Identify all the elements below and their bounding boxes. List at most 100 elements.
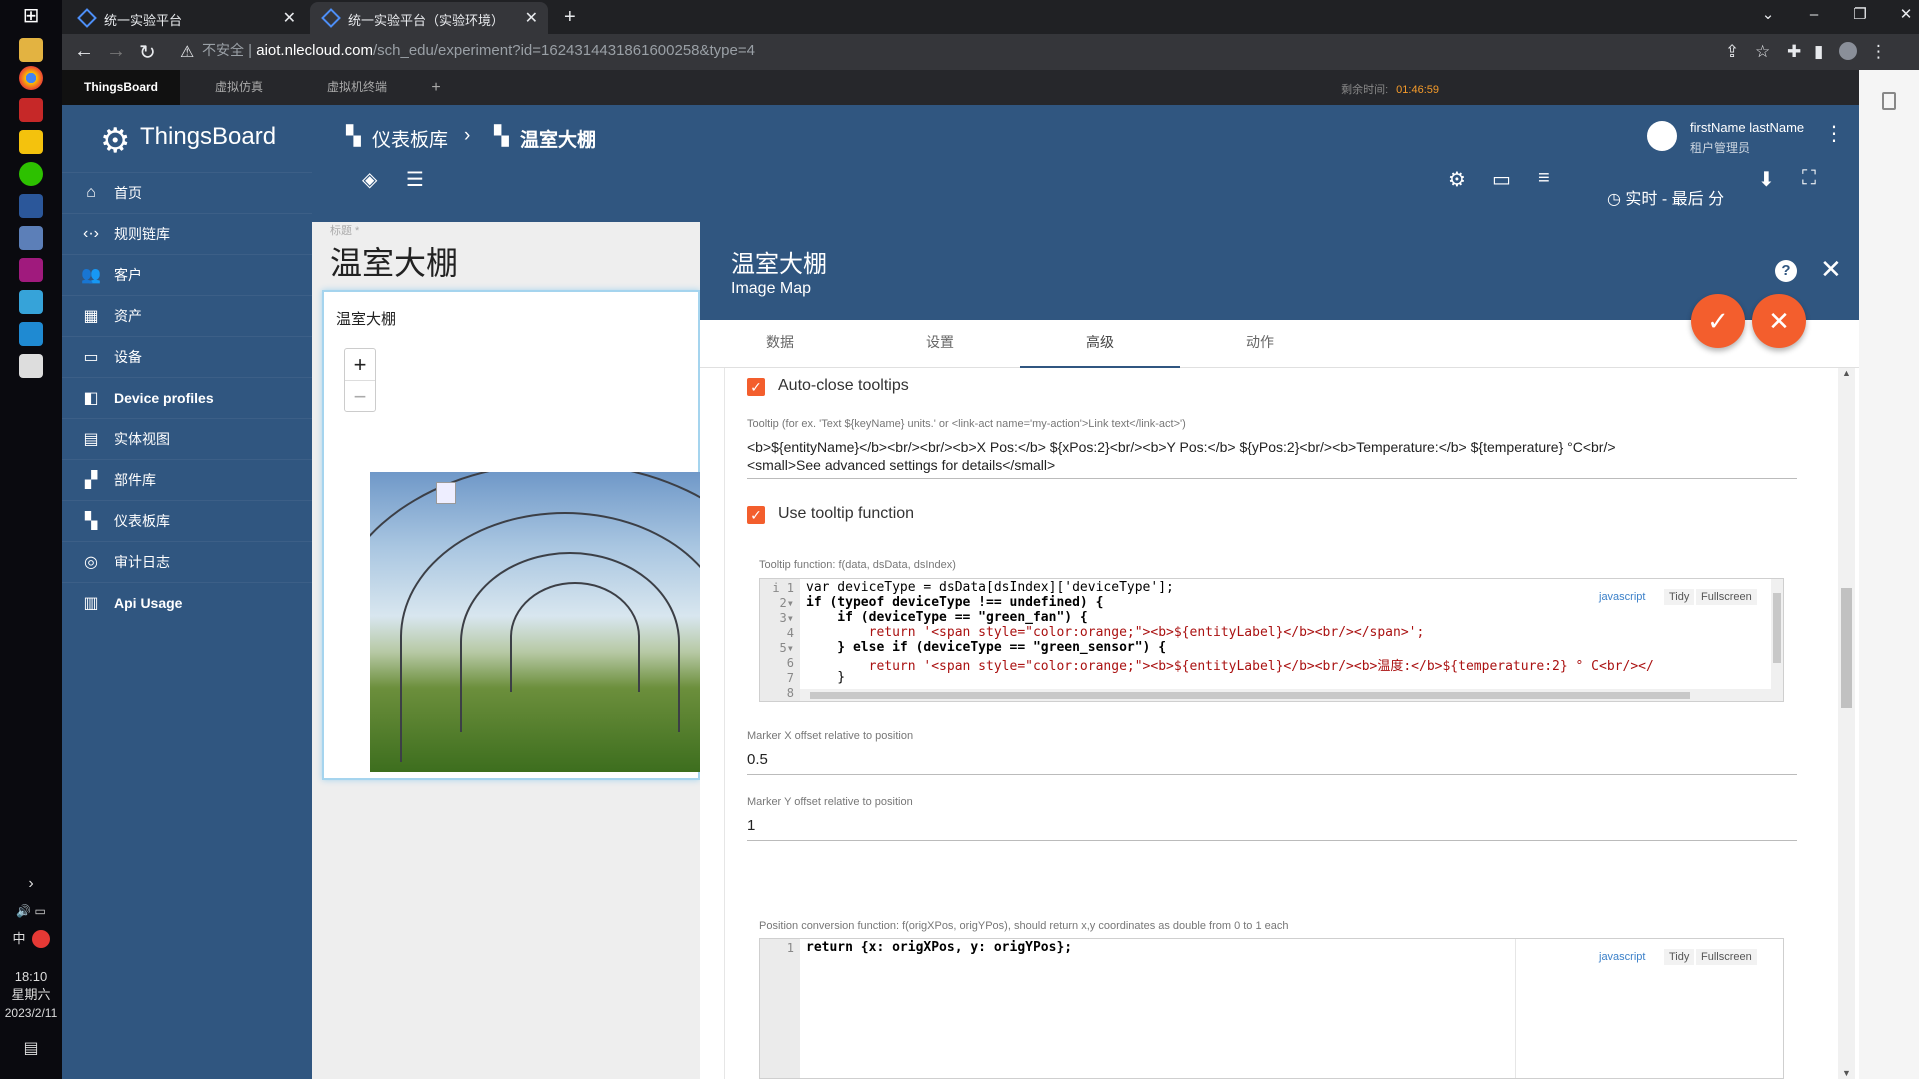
address-bar[interactable]: 不安全 | aiot.nlecloud.com/sch_edu/experime…	[202, 40, 755, 60]
clock-day[interactable]: 星期六	[0, 986, 62, 1004]
tooltip-function-label: Tooltip function: f(data, dsData, dsInde…	[759, 559, 956, 571]
position-function-editor[interactable]: 1 return {x: origXPos, y: origYPos}; jav…	[759, 938, 1784, 1079]
layouts-icon[interactable]: ☰	[406, 167, 424, 192]
new-tab-button[interactable]: +	[554, 2, 588, 34]
marker-x-input[interactable]: 0.5	[747, 750, 768, 769]
clock-time[interactable]: 18:10	[0, 968, 62, 986]
filter-icon[interactable]: ≡	[1538, 167, 1550, 190]
reload-icon[interactable]: ↻	[139, 40, 156, 65]
entity-aliases-icon[interactable]: ▭	[1492, 167, 1511, 192]
sidebar-item-customers[interactable]: 👥 客户	[62, 254, 312, 295]
more-menu-icon[interactable]: ⋮	[1870, 42, 1887, 62]
volume-icon[interactable]: 🔊 ▭	[0, 902, 62, 920]
wechat-icon[interactable]	[19, 162, 43, 186]
marker-y-input[interactable]: 1	[747, 816, 755, 835]
browser-tab-active[interactable]: 统一实验平台（实验环境） ✕	[310, 2, 548, 34]
tidy-button[interactable]: Tidy	[1664, 589, 1695, 605]
zoom-out-button[interactable]: −	[345, 380, 375, 411]
document-icon[interactable]	[1882, 92, 1896, 110]
side-panel-icon[interactable]: ▮	[1814, 42, 1823, 62]
editor-horizontal-scrollbar[interactable]	[800, 689, 1783, 701]
chrome-icon[interactable]	[19, 66, 43, 90]
line-number: 4	[786, 626, 794, 640]
devices-icon: ▭	[83, 349, 99, 366]
platform-tab-thingsboard[interactable]: ThingsBoard	[62, 70, 180, 105]
use-tooltip-function-checkbox[interactable]: ✓	[747, 506, 765, 524]
tab-data[interactable]: 数据	[700, 320, 860, 368]
minimize-button[interactable]: –	[1791, 0, 1837, 30]
sidebar-item-assets[interactable]: ▦ 资产	[62, 295, 312, 336]
close-tab-icon[interactable]: ✕	[283, 8, 296, 28]
sidebar-item-dashboards[interactable]: ▚ 仪表板库	[62, 500, 312, 541]
platform-tab-simulation[interactable]: 虚拟仿真	[180, 70, 298, 105]
add-platform-tab-button[interactable]: +	[416, 70, 456, 105]
extensions-icon[interactable]: ✚	[1787, 42, 1801, 62]
tab-advanced[interactable]: 高级	[1020, 320, 1180, 368]
sidebar-item-entity-views[interactable]: ▤ 实体视图	[62, 418, 312, 459]
profile-avatar-icon[interactable]	[1839, 42, 1857, 60]
close-tab-icon[interactable]: ✕	[525, 8, 538, 28]
code-line: } else if (deviceType == "green_sensor")…	[806, 640, 1167, 655]
file-explorer-icon[interactable]	[19, 38, 43, 62]
sidebar-item-devices[interactable]: ▭ 设备	[62, 336, 312, 377]
tooltip-field[interactable]: <b>${entityName}</b><br/><br/><b>X Pos:<…	[747, 438, 1797, 476]
tray-expand-icon[interactable]: ›	[0, 875, 62, 893]
browser-tab[interactable]: 统一实验平台 ✕	[66, 2, 306, 34]
restore-button[interactable]: ❐	[1837, 0, 1883, 30]
settings-gear-icon[interactable]: ⚙	[1448, 167, 1466, 192]
auto-close-checkbox[interactable]: ✓	[747, 378, 765, 396]
user-avatar-icon[interactable]	[1647, 121, 1677, 151]
platform-tab-vm-terminal[interactable]: 虚拟机终端	[298, 70, 416, 105]
map-marker-icon[interactable]	[436, 482, 456, 504]
windows-start-icon[interactable]: ⊞	[19, 4, 43, 28]
sogou-icon[interactable]	[32, 930, 50, 948]
close-icon[interactable]: ✕	[1820, 254, 1842, 285]
close-window-button[interactable]: ✕	[1883, 0, 1919, 30]
fullscreen-icon[interactable]: ⛶	[1802, 167, 1816, 190]
advanced-settings-panel: ✓ Auto-close tooltips Tooltip (for ex. '…	[700, 368, 1859, 1079]
app-icon[interactable]	[19, 258, 43, 282]
tooltip-function-editor[interactable]: i 1 2▾ 3▾ 4 5▾ 6 7 8 var deviceType = ds…	[759, 578, 1784, 702]
tab-search-icon[interactable]: ⌄	[1745, 0, 1791, 30]
scroll-thumb[interactable]	[1841, 588, 1852, 708]
entity-view-icon: ▤	[83, 431, 99, 448]
forward-icon[interactable]: →	[106, 40, 126, 63]
fullscreen-button[interactable]: Fullscreen	[1696, 949, 1757, 965]
tidy-button[interactable]: Tidy	[1664, 949, 1695, 965]
timewindow-selector[interactable]: ◷ 实时 - 最后 分	[1607, 185, 1724, 209]
thingsboard-logo-icon: ⚙	[100, 122, 131, 160]
image-map-widget[interactable]: 温室大棚 + −	[322, 290, 702, 780]
sidebar-item-api-usage[interactable]: ▥ Api Usage	[62, 582, 312, 623]
dashboard-title[interactable]: 温室大棚	[330, 238, 458, 284]
app-icon[interactable]	[19, 98, 43, 122]
bookmark-star-icon[interactable]: ☆	[1755, 42, 1770, 62]
editor-vertical-scrollbar[interactable]	[1771, 579, 1783, 689]
tab-settings[interactable]: 设置	[860, 320, 1020, 368]
site-favicon-icon	[77, 8, 97, 28]
panel-scrollbar[interactable]: ▲ ▼	[1838, 368, 1855, 1079]
layers-icon[interactable]: ◈	[362, 167, 377, 192]
sidebar-item-device-profiles[interactable]: ◧ Device profiles	[62, 377, 312, 418]
breadcrumb-dashboards[interactable]: 仪表板库	[372, 125, 448, 152]
app-icon[interactable]	[19, 226, 43, 250]
word-icon[interactable]	[19, 194, 43, 218]
app-icon[interactable]	[19, 290, 43, 314]
share-icon[interactable]: ⇪	[1725, 42, 1739, 62]
vscode-icon[interactable]	[19, 322, 43, 346]
tab-actions[interactable]: 动作	[1180, 320, 1340, 368]
sidebar-item-home[interactable]: ⌂ 首页	[62, 172, 312, 213]
photos-icon[interactable]	[19, 354, 43, 378]
download-icon[interactable]: ⬇	[1758, 167, 1775, 192]
clock-date[interactable]: 2023/2/11	[0, 1004, 62, 1022]
zoom-in-button[interactable]: +	[345, 349, 375, 380]
notification-icon[interactable]: ▤	[0, 1040, 62, 1058]
help-icon[interactable]: ?	[1775, 260, 1797, 282]
user-menu-icon[interactable]: ⋮	[1824, 121, 1844, 146]
sidebar-item-widgets[interactable]: ▞ 部件库	[62, 459, 312, 500]
sidebar-item-audit-logs[interactable]: ◎ 审计日志	[62, 541, 312, 582]
back-icon[interactable]: ←	[74, 40, 94, 63]
sidebar-item-rule-chains[interactable]: ‹·› 规则链库	[62, 213, 312, 254]
tb-logo[interactable]: ⚙ ThingsBoard	[62, 105, 312, 172]
fullscreen-button[interactable]: Fullscreen	[1696, 589, 1757, 605]
app-icon[interactable]	[19, 130, 43, 154]
